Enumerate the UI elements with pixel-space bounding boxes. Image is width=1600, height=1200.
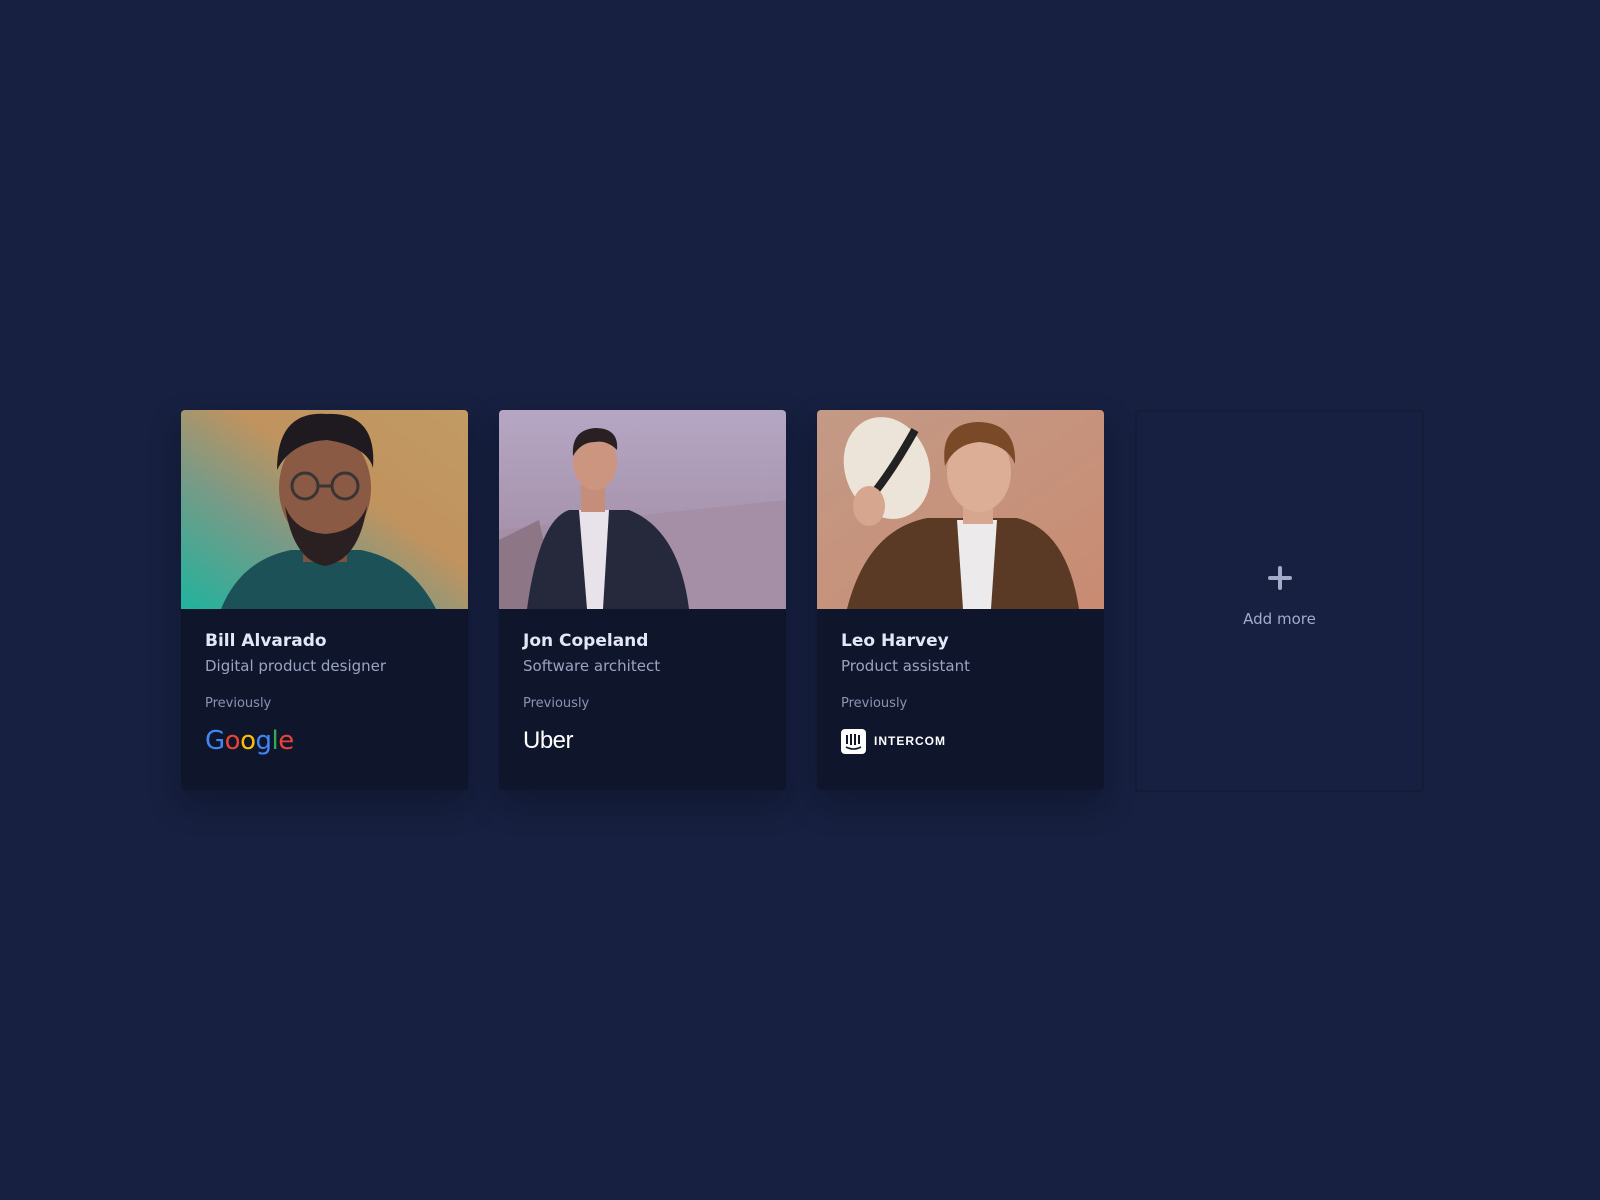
plus-icon[interactable] [1266, 564, 1294, 592]
member-photo [817, 410, 1104, 609]
team-cards-row: Bill Alvarado Digital product designer P… [181, 410, 1424, 792]
member-role: Software architect [523, 657, 661, 675]
member-photo [499, 410, 786, 609]
page-stage: Bill Alvarado Digital product designer P… [0, 0, 1600, 1200]
card-body: Bill Alvarado Digital product designer P… [181, 609, 468, 757]
add-more-label: Add more [1243, 610, 1316, 628]
uber-logo-text: Uber [523, 727, 574, 754]
intercom-logo-text: INTERCOM [874, 734, 946, 748]
team-card[interactable]: Leo Harvey Product assistant Previously … [817, 410, 1104, 790]
member-name: Jon Copeland [523, 631, 649, 651]
intercom-mark-icon [841, 728, 866, 754]
member-name: Bill Alvarado [205, 631, 327, 651]
member-name: Leo Harvey [841, 631, 949, 651]
team-card[interactable]: Jon Copeland Software architect Previous… [499, 410, 786, 790]
member-role: Product assistant [841, 657, 970, 675]
google-logo-icon: Google [205, 725, 444, 757]
member-role: Digital product designer [205, 657, 387, 675]
member-photo [181, 410, 468, 609]
previously-label: Previously [205, 696, 272, 711]
card-body: Leo Harvey Product assistant Previously … [817, 609, 1104, 757]
team-card[interactable]: Bill Alvarado Digital product designer P… [181, 410, 468, 790]
google-logo-text: Google [205, 726, 294, 756]
previously-label: Previously [523, 696, 590, 711]
card-body: Jon Copeland Software architect Previous… [499, 609, 786, 757]
uber-logo-icon: Uber [523, 725, 762, 757]
add-more-card[interactable]: Add more [1135, 410, 1424, 792]
intercom-logo-icon: INTERCOM [841, 725, 1080, 757]
previously-label: Previously [841, 696, 908, 711]
